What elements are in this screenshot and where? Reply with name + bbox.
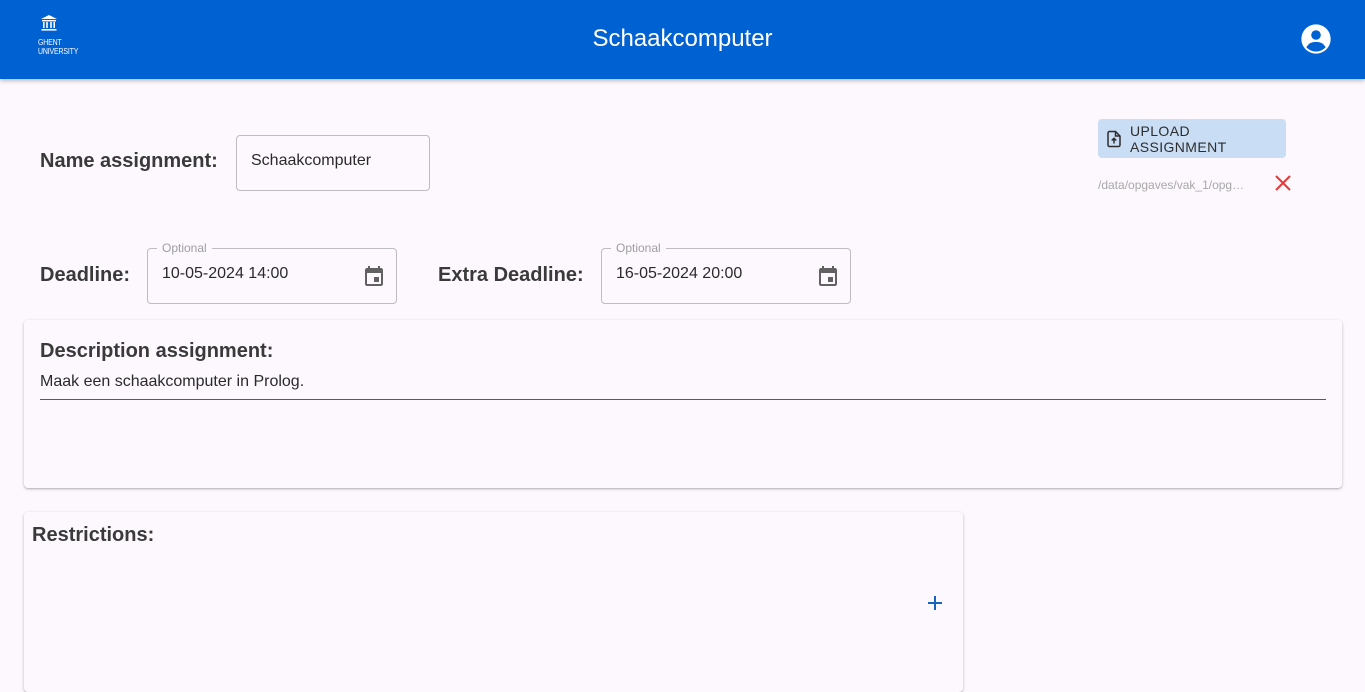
description-title: Description assignment: (40, 340, 274, 362)
description-card: Description assignment: Maak een schaakc… (24, 320, 1342, 488)
account-circle-icon[interactable] (1300, 23, 1332, 55)
deadline-optional-hint: Optional (157, 241, 212, 255)
upload-assignment-button[interactable]: UPLOAD ASSIGNMENT (1098, 119, 1286, 158)
page-title: Schaakcomputer (592, 25, 773, 52)
description-input[interactable]: Maak een schaakcomputer in Prolog. (40, 372, 1326, 400)
upload-file-icon (1105, 130, 1123, 148)
close-icon[interactable] (1273, 173, 1293, 193)
app-bar: GHENT UNIVERSITY Schaakcomputer (0, 0, 1365, 79)
description-value: Maak een schaakcomputer in Prolog. (40, 373, 305, 390)
deadline-label: Deadline: (40, 264, 131, 286)
restrictions-card: Restrictions: (24, 512, 963, 692)
uploaded-file-path: /data/opgaves/vak_1/opg… (1098, 178, 1245, 192)
upload-assignment-label: UPLOAD ASSIGNMENT (1130, 122, 1227, 155)
extra-deadline-optional-hint: Optional (611, 241, 666, 255)
extra-deadline-label: Extra Deadline: (438, 264, 584, 286)
extra-deadline-value: 16-05-2024 20:00 (616, 265, 743, 282)
deadline-input[interactable]: Optional 10-05-2024 14:00 (147, 241, 397, 304)
restrictions-title: Restrictions: (32, 524, 155, 546)
deadline-value: 10-05-2024 14:00 (162, 265, 289, 282)
extra-deadline-input[interactable]: Optional 16-05-2024 20:00 (601, 241, 851, 304)
plus-icon[interactable] (924, 592, 946, 614)
name-assignment-value: Schaakcomputer (251, 152, 372, 169)
name-assignment-input[interactable]: Schaakcomputer (236, 135, 430, 191)
name-assignment-label: Name assignment: (40, 150, 218, 172)
calendar-icon[interactable] (816, 264, 840, 288)
calendar-icon[interactable] (362, 264, 386, 288)
